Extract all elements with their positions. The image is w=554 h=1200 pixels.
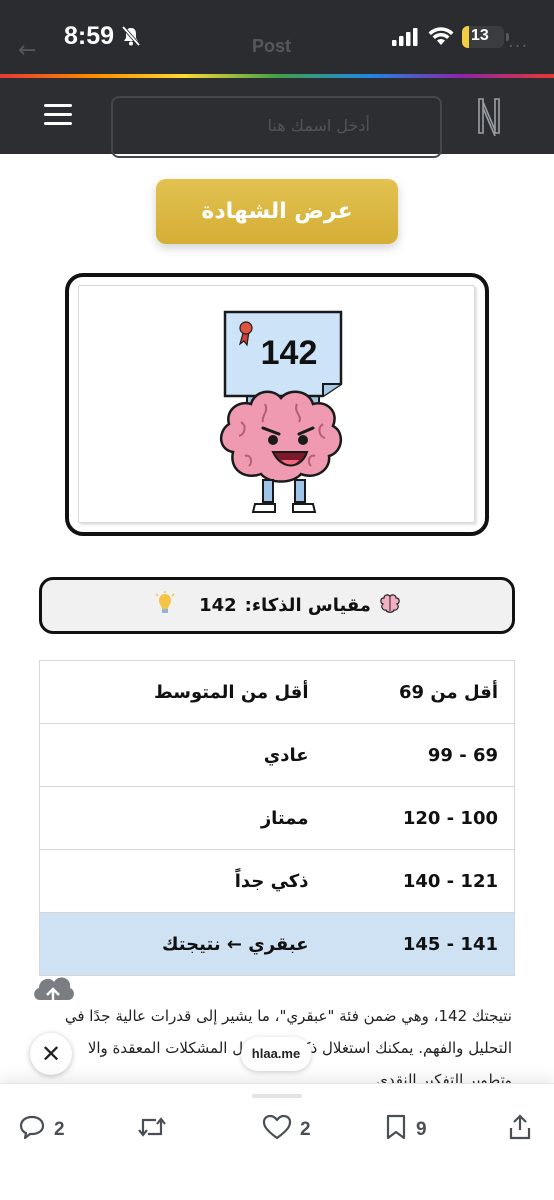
back-icon[interactable]: ←	[18, 38, 36, 63]
brain-icon	[379, 593, 401, 619]
share-icon	[508, 1114, 532, 1146]
reply-count: 2	[54, 1119, 65, 1140]
close-browser-button[interactable]: ✕	[30, 1033, 72, 1075]
table-row: 69 - 99 عادي	[39, 723, 515, 787]
view-certificate-button[interactable]: عرض الشهادة	[156, 179, 398, 244]
range-cell: 69 - 99	[324, 723, 515, 787]
table-row: أقل من 69 أقل من المتوسط	[39, 660, 515, 724]
bookmark-button[interactable]: 9	[384, 1114, 427, 1146]
heart-icon	[262, 1114, 292, 1146]
category-cell: عبقري ← نتيجتك	[39, 912, 325, 976]
site-logo[interactable]	[474, 96, 504, 140]
bookmark-count: 9	[416, 1119, 427, 1140]
battery-indicator: 13	[462, 26, 504, 48]
range-cell: 141 - 145	[324, 912, 515, 976]
certificate-score: 142	[261, 334, 318, 372]
iq-label: مقياس الذكاء:	[244, 595, 371, 616]
wifi-icon	[428, 26, 454, 50]
category-cell: ممتاز	[39, 786, 325, 850]
category-cell: أقل من المتوسط	[39, 660, 325, 724]
iq-categories-table: أقل من 69 أقل من المتوسط 69 - 99 عادي 10…	[39, 660, 515, 976]
lightbulb-icon	[153, 590, 177, 621]
cloud-upload-icon[interactable]	[30, 968, 76, 1012]
status-bar: ← 8:59 Post 13 ···	[0, 0, 554, 76]
range-cell: 121 - 140	[324, 849, 515, 913]
bookmark-icon	[384, 1114, 408, 1146]
signal-icon	[392, 28, 418, 50]
name-input[interactable]: أدخل اسمك هنا	[111, 96, 442, 158]
table-row: 100 - 120 ممتاز	[39, 786, 515, 850]
more-icon[interactable]: ···	[508, 36, 528, 57]
post-title: Post	[252, 36, 292, 56]
reply-button[interactable]: 2	[18, 1114, 65, 1146]
name-input-placeholder: أدخل اسمك هنا	[267, 116, 370, 135]
table-row-highlighted: 141 - 145 عبقري ← نتيجتك	[39, 912, 515, 976]
table-row: 121 - 140 ذكي جداً	[39, 849, 515, 913]
range-cell: أقل من 69	[324, 660, 515, 724]
repost-icon	[136, 1114, 168, 1146]
menu-icon[interactable]	[44, 104, 72, 125]
share-button[interactable]	[508, 1114, 532, 1146]
reply-icon	[18, 1114, 46, 1146]
category-cell: عادي	[39, 723, 325, 787]
status-time: 8:59	[64, 22, 115, 50]
iq-summary: مقياس الذكاء: 142	[39, 577, 515, 634]
certificate-image: 142	[78, 285, 475, 523]
paragraph-line: نتيجتك 142، وهي ضمن فئة "عبقري"، ما يشير…	[64, 1007, 512, 1025]
range-cell: 100 - 120	[324, 786, 515, 850]
like-count: 2	[300, 1119, 311, 1140]
url-pill[interactable]: hlaa.me	[241, 1037, 311, 1071]
certificate-image-card: 142	[65, 273, 489, 536]
category-cell: ذكي جداً	[39, 849, 325, 913]
repost-button[interactable]	[136, 1114, 176, 1146]
like-button[interactable]: 2	[262, 1114, 311, 1146]
brain-mascot-illustration: 142	[220, 310, 343, 513]
bell-muted-icon	[121, 25, 141, 50]
battery-level: 13	[471, 27, 489, 44]
sheet-grabber[interactable]	[252, 1094, 302, 1098]
iq-value: 142	[199, 595, 237, 616]
